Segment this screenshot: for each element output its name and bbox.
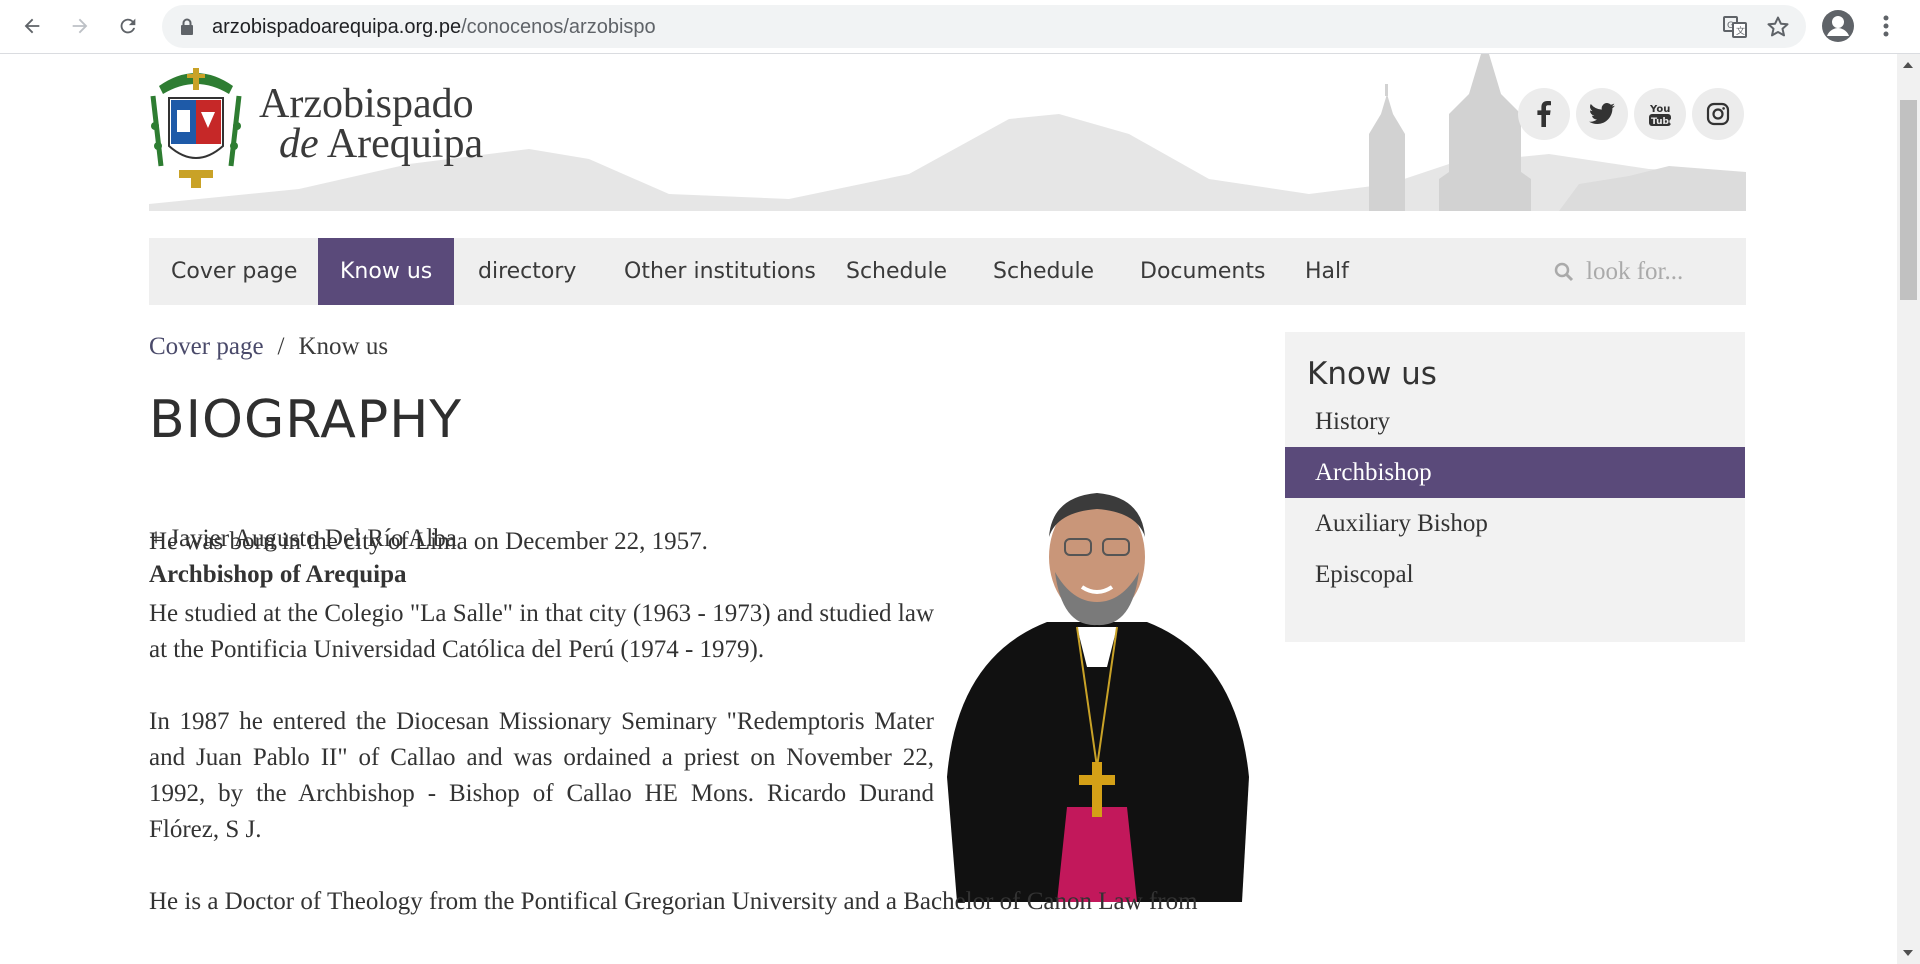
biography-paragraph: He is a Doctor of Theology from the Pont… (149, 888, 1198, 915)
facebook-icon[interactable] (1518, 88, 1570, 140)
archdiocese-crest-logo (150, 68, 242, 188)
biography-paragraph: In 1987 he entered the Diocesan Missiona… (149, 708, 934, 843)
sidebar-item-auxiliary-bishop[interactable]: Auxiliary Bishop (1285, 498, 1745, 549)
svg-text:You: You (1649, 104, 1670, 115)
back-icon[interactable] (16, 10, 48, 42)
page-content: Arzobispado de Arequipa You Tube Cover pa… (149, 54, 1746, 915)
search-icon (1554, 262, 1574, 281)
site-header: Arzobispado de Arequipa You Tube (149, 54, 1746, 211)
address-bar[interactable]: arzobispadoarequipa.org.pe/conocenos/arz… (162, 5, 1806, 48)
nav-item-know-us[interactable]: Know us (318, 238, 455, 305)
forward-icon[interactable] (64, 10, 96, 42)
nav-item-directory[interactable]: directory (456, 238, 598, 305)
sidebar-know-us: Know us History Archbishop Auxiliary Bis… (1285, 332, 1745, 642)
site-logo-text[interactable]: Arzobispado de Arequipa (259, 83, 483, 165)
svg-text:Tube: Tube (1651, 117, 1672, 127)
svg-text:文: 文 (1736, 25, 1745, 37)
instagram-icon[interactable] (1692, 88, 1744, 140)
breadcrumb-current: Know us (298, 333, 389, 360)
youtube-icon[interactable]: You Tube (1634, 88, 1686, 140)
nav-item-half[interactable]: Half (1283, 238, 1371, 305)
biography-paragraph: He was born in the city of Lima on Decem… (149, 528, 708, 555)
scroll-down-icon[interactable] (1903, 950, 1913, 956)
browser-toolbar: arzobispadoarequipa.org.pe/conocenos/arz… (0, 0, 1920, 54)
main-navigation: Cover page Know us directory Other insti… (149, 238, 1746, 305)
nav-item-cover-page[interactable]: Cover page (149, 238, 319, 305)
search-box[interactable]: look for... (1554, 238, 1683, 305)
page-scrollbar[interactable] (1897, 54, 1920, 964)
nav-item-documents[interactable]: Documents (1118, 238, 1287, 305)
url-text: arzobispadoarequipa.org.pe/conocenos/arz… (212, 16, 656, 38)
page-title: BIOGRAPHY (149, 390, 463, 450)
lock-icon (180, 18, 194, 41)
reload-icon[interactable] (112, 10, 144, 42)
breadcrumb: Cover page / Know us (149, 333, 388, 361)
search-input[interactable]: look for... (1586, 258, 1683, 286)
scrollbar-thumb[interactable] (1900, 100, 1917, 300)
bookmark-star-icon[interactable] (1765, 14, 1791, 40)
sidebar-title: Know us (1307, 356, 1437, 392)
profile-avatar-icon[interactable] (1820, 8, 1856, 44)
nav-item-other-institutions[interactable]: Other institutions (602, 238, 838, 305)
sidebar-item-episcopal[interactable]: Episcopal (1285, 549, 1745, 600)
biography-text: He was born in the city of Lima on Decem… (149, 524, 1258, 956)
sidebar-item-archbishop[interactable]: Archbishop (1285, 447, 1745, 498)
breadcrumb-separator: / (277, 333, 285, 360)
twitter-icon[interactable] (1576, 88, 1628, 140)
biography-paragraph: He studied at the Colegio "La Salle" in … (149, 600, 934, 663)
nav-item-schedule-2[interactable]: Schedule (971, 238, 1116, 305)
more-menu-icon[interactable] (1868, 8, 1904, 44)
svg-text:G: G (1727, 21, 1734, 31)
sidebar-item-history[interactable]: History (1285, 396, 1745, 447)
translate-icon[interactable]: G文 (1722, 14, 1748, 40)
breadcrumb-home-link[interactable]: Cover page (149, 333, 264, 360)
nav-item-schedule[interactable]: Schedule (824, 238, 969, 305)
scroll-up-icon[interactable] (1903, 62, 1913, 68)
